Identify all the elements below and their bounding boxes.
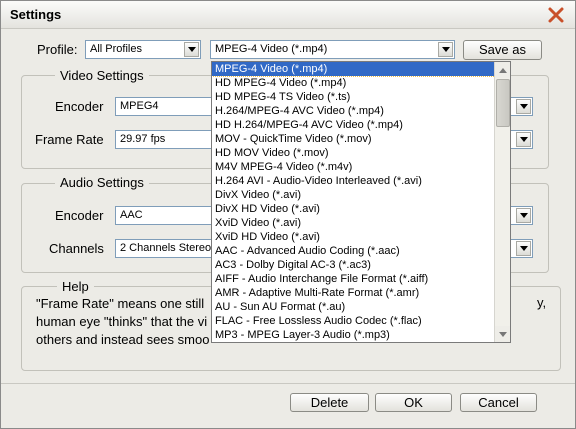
window-title: Settings: [10, 7, 62, 22]
help-line-1-tail: y,: [537, 295, 547, 310]
scroll-up-icon[interactable]: [495, 62, 510, 78]
dropdown-option[interactable]: FLAC - Free Lossless Audio Codec (*.flac…: [212, 314, 495, 328]
title-bar: Settings: [1, 1, 575, 29]
video-settings-title: Video Settings: [55, 68, 149, 83]
cancel-button[interactable]: Cancel: [460, 393, 537, 412]
chevron-down-icon[interactable]: [516, 99, 531, 114]
dropdown-option[interactable]: M4V MPEG-4 Video (*.m4v): [212, 160, 495, 174]
delete-button[interactable]: Delete: [290, 393, 369, 412]
save-as-button[interactable]: Save as: [463, 40, 542, 60]
help-title: Help: [57, 279, 94, 294]
dropdown-option[interactable]: H.264 AVI - Audio-Video Interleaved (*.a…: [212, 174, 495, 188]
profile-format-select[interactable]: MPEG-4 Video (*.mp4): [210, 40, 455, 59]
close-icon[interactable]: [545, 4, 567, 26]
frame-rate-value: 29.97 fps: [120, 133, 166, 145]
chevron-down-icon[interactable]: [516, 241, 531, 256]
dropdown-option[interactable]: HD MPEG-4 Video (*.mp4): [212, 76, 495, 90]
footer-divider: [1, 383, 575, 384]
dropdown-option[interactable]: H.264/MPEG-4 AVC Video (*.mp4): [212, 104, 495, 118]
channels-value: 2 Channels Stereo: [120, 242, 212, 254]
dropdown-option[interactable]: HD MOV Video (*.mov): [212, 146, 495, 160]
dropdown-option[interactable]: MOV - QuickTime Video (*.mov): [212, 132, 495, 146]
audio-encoder-label: Encoder: [55, 208, 104, 223]
chevron-down-icon[interactable]: [438, 42, 453, 57]
dropdown-option[interactable]: HD MPEG-4 TS Video (*.ts): [212, 90, 495, 104]
scroll-thumb[interactable]: [496, 79, 510, 127]
format-options: MPEG-4 Video (*.mp4) HD MPEG-4 Video (*.m…: [212, 62, 496, 342]
dropdown-scrollbar[interactable]: [494, 62, 510, 342]
profile-label: Profile:: [37, 42, 78, 57]
format-dropdown-list[interactable]: MPEG-4 Video (*.mp4) HD MPEG-4 Video (*.m…: [211, 61, 511, 343]
channels-label: Channels: [49, 241, 104, 256]
profile-format-value: MPEG-4 Video (*.mp4): [215, 43, 328, 55]
audio-settings-title: Audio Settings: [55, 175, 149, 190]
dropdown-option[interactable]: DivX Video (*.avi): [212, 188, 495, 202]
dropdown-option[interactable]: XviD HD Video (*.avi): [212, 230, 495, 244]
dropdown-option[interactable]: AAC - Advanced Audio Coding (*.aac): [212, 244, 495, 258]
video-encoder-label: Encoder: [55, 99, 104, 114]
dropdown-option[interactable]: HD H.264/MPEG-4 AVC Video (*.mp4): [212, 118, 495, 132]
profile-category-select[interactable]: All Profiles: [85, 40, 201, 59]
audio-encoder-value: AAC: [120, 209, 143, 221]
dropdown-option[interactable]: AIFF - Audio Interchange File Format (*.…: [212, 272, 495, 286]
dropdown-option[interactable]: DivX HD Video (*.avi): [212, 202, 495, 216]
dropdown-option[interactable]: MP3 - MPEG Layer-3 Audio (*.mp3): [212, 328, 495, 342]
dropdown-option[interactable]: AMR - Adaptive Multi-Rate Format (*.amr): [212, 286, 495, 300]
chevron-down-icon[interactable]: [516, 132, 531, 147]
dropdown-option[interactable]: AC3 - Dolby Digital AC-3 (*.ac3): [212, 258, 495, 272]
chevron-down-icon[interactable]: [184, 42, 199, 57]
video-encoder-value: MPEG4: [120, 100, 159, 112]
profile-category-value: All Profiles: [90, 43, 142, 55]
dropdown-option[interactable]: AU - Sun AU Format (*.au): [212, 300, 495, 314]
chevron-down-icon[interactable]: [516, 208, 531, 223]
dropdown-option[interactable]: MPEG-4 Video (*.mp4): [212, 62, 496, 77]
scroll-down-icon[interactable]: [495, 326, 510, 342]
frame-rate-label: Frame Rate: [35, 132, 104, 147]
ok-button[interactable]: OK: [375, 393, 452, 412]
settings-window: Settings Profile: All Profiles MPEG-4 Vi…: [0, 0, 576, 429]
dropdown-option[interactable]: XviD Video (*.avi): [212, 216, 495, 230]
